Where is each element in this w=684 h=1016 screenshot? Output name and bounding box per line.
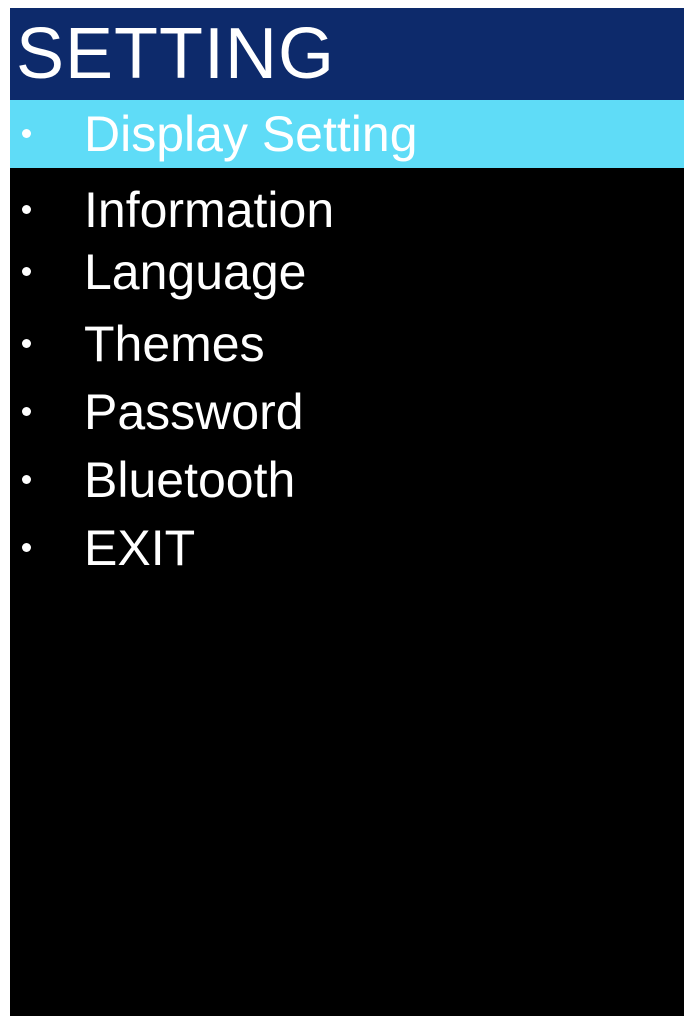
bullet-dot-icon xyxy=(22,475,31,484)
menu-item-label: Password xyxy=(84,384,304,440)
menu-item-label: Display Setting xyxy=(84,106,418,162)
menu-item-themes[interactable]: Themes xyxy=(10,310,684,378)
page-title: SETTING xyxy=(16,14,336,94)
bullet-dot-icon xyxy=(22,267,31,276)
bullet-dot-icon xyxy=(22,205,31,214)
menu-item-label: Themes xyxy=(84,316,265,372)
menu-item-label: Bluetooth xyxy=(84,452,296,508)
menu-item-label: Information xyxy=(84,182,335,238)
menu-item-information[interactable]: Information xyxy=(10,176,684,244)
menu-item-password[interactable]: Password xyxy=(10,378,684,446)
bullet-dot-icon xyxy=(22,407,31,416)
menu-item-language[interactable]: Language xyxy=(10,238,684,306)
menu-item-display-setting[interactable]: Display Setting xyxy=(10,100,684,168)
menu-item-bluetooth[interactable]: Bluetooth xyxy=(10,446,684,514)
settings-screen: SETTING Display Setting Information Lang… xyxy=(10,8,684,1016)
bullet-dot-icon xyxy=(22,543,31,552)
title-bar: SETTING xyxy=(10,8,684,100)
menu-item-exit[interactable]: EXIT xyxy=(10,514,684,582)
menu-item-label: EXIT xyxy=(84,520,196,576)
menu-item-label: Language xyxy=(84,244,307,300)
bullet-dot-icon xyxy=(22,129,31,138)
bullet-dot-icon xyxy=(22,339,31,348)
